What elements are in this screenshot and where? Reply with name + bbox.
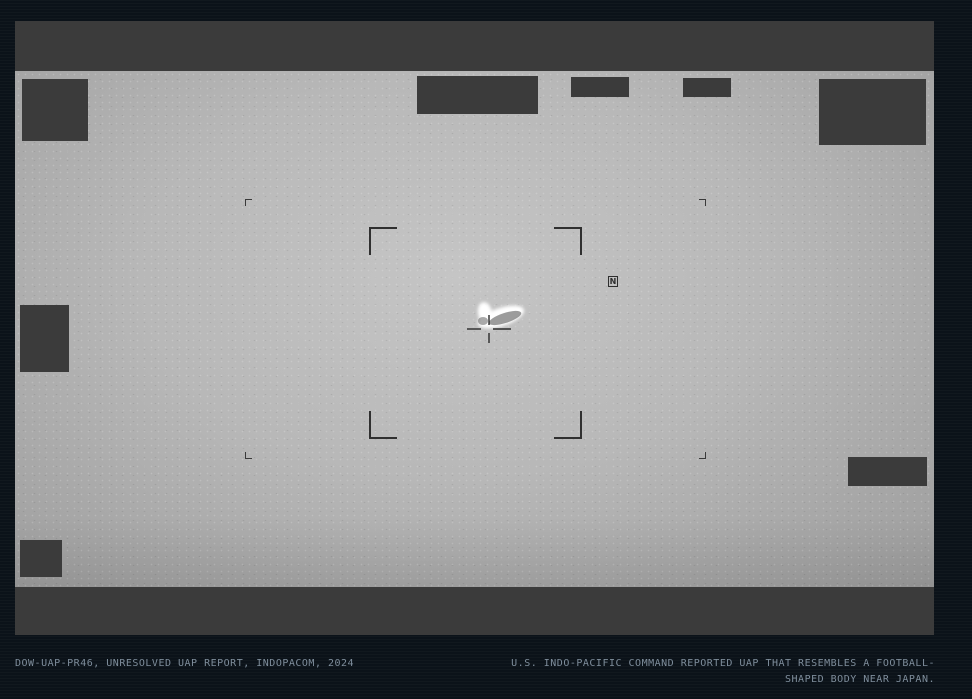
target-bracket-bottom-left [369,411,397,439]
caption-left: DOW-UAP-PR46, UNRESOLVED UAP REPORT, IND… [15,658,355,669]
redaction-block [848,457,927,486]
frame-corner-mark [699,452,706,459]
redaction-block [22,79,88,141]
feed-vignette [15,517,934,587]
frame-corner-mark [699,199,706,206]
target-bracket-bottom-right [554,411,582,439]
redaction-block [20,305,69,372]
video-frame: N [15,21,934,635]
redaction-block [819,79,926,145]
uap-object [445,291,535,351]
target-bracket-top-left [369,227,397,255]
caption-right: U.S. INDO-PACIFIC COMMAND REPORTED UAP T… [511,658,935,685]
frame-corner-mark [245,199,252,206]
infrared-feed: N [15,71,934,587]
frame-corner-mark [245,452,252,459]
redaction-block [20,540,62,577]
redaction-block [417,76,538,114]
redaction-block [683,78,731,97]
target-bracket-top-right [554,227,582,255]
redaction-block [571,77,629,97]
north-indicator-icon: N [608,276,618,287]
